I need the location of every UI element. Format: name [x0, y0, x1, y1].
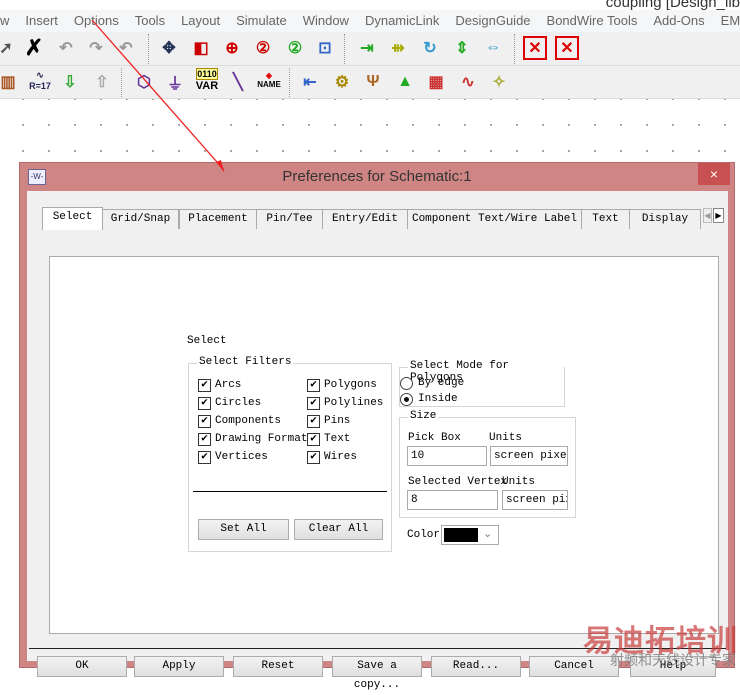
- annotation-arrow: [91, 19, 225, 172]
